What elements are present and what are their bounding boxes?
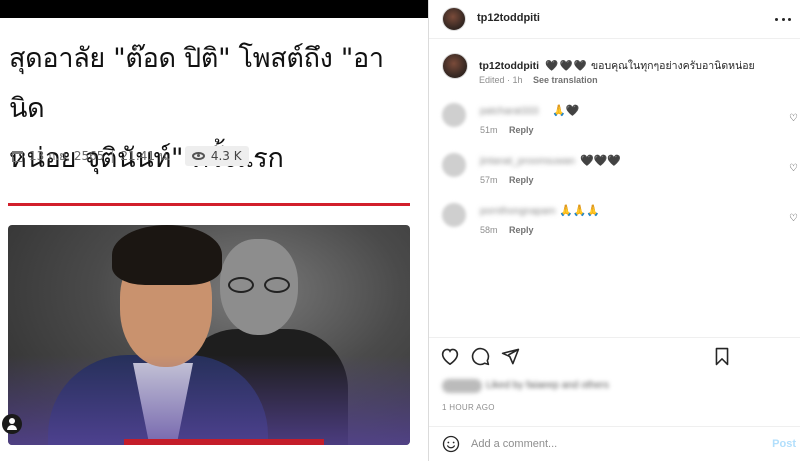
- photo-caption-bar: [124, 439, 324, 445]
- edited-label: Edited · 1h: [479, 75, 523, 85]
- glasses-shape: [228, 277, 290, 293]
- comment-item: pornthongnapam 🙏🙏🙏 58m Reply ♡: [442, 203, 798, 243]
- article-panel: สุดอาลัย "ต๊อด ปิติ" โพสต์ถึง "อานิด หน่…: [0, 0, 428, 461]
- comment-avatar[interactable]: [442, 153, 466, 177]
- comment-item: patcharat333 🙏🖤 51m Reply ♡: [442, 103, 798, 143]
- comment-avatar[interactable]: [442, 103, 466, 127]
- heart-icon[interactable]: ♡: [789, 213, 798, 224]
- like-heart-icon[interactable]: [440, 346, 460, 366]
- meta-divider: |: [110, 149, 115, 163]
- caption-hearts: 🖤🖤🖤: [545, 60, 588, 72]
- comment-meta: 51m Reply: [480, 125, 534, 135]
- article-meta: 13 ก.ย. 2565 | 21:41 น. 4.3 K: [12, 144, 249, 168]
- eye-icon: [191, 152, 205, 160]
- liker-avatars: [442, 379, 482, 393]
- view-count: 4.3 K: [210, 149, 242, 163]
- bookmark-icon[interactable]: [712, 346, 732, 366]
- comment-username[interactable]: patcharat333: [480, 106, 538, 117]
- post-header: tp12toddpiti: [429, 0, 800, 39]
- post-timestamp: 1 HOUR AGO: [442, 403, 495, 412]
- post-actions-bar: [429, 337, 800, 377]
- top-bar: [0, 0, 428, 18]
- reply-button[interactable]: Reply: [509, 175, 534, 185]
- share-send-icon[interactable]: [500, 346, 520, 366]
- photo-gradient: [8, 355, 410, 445]
- comment-bubble-icon[interactable]: [470, 346, 490, 366]
- user-profile-icon[interactable]: [2, 414, 22, 434]
- post-comment-button[interactable]: Post: [772, 438, 796, 450]
- comment-age: 57m: [480, 175, 498, 185]
- reply-button[interactable]: Reply: [509, 125, 534, 135]
- reply-button[interactable]: Reply: [509, 225, 534, 235]
- comment-username[interactable]: jintanat_proomsuwan: [480, 156, 575, 167]
- comment-age: 58m: [480, 225, 498, 235]
- comment-age: 51m: [480, 125, 498, 135]
- article-time: 21:41 น.: [120, 148, 171, 163]
- headline-line-1: สุดอาลัย "ต๊อด ปิติ" โพสต์ถึง "อานิด: [9, 43, 384, 124]
- heart-icon[interactable]: ♡: [789, 113, 798, 124]
- comment-text: 🙏🙏🙏: [559, 204, 601, 217]
- comment-username[interactable]: pornthongnapam: [480, 206, 556, 217]
- comment-item: jintanat_proomsuwan 🖤🖤🖤 57m Reply ♡: [442, 153, 798, 193]
- add-comment-input[interactable]: Add a comment...: [471, 438, 557, 450]
- liked-by-row[interactable]: Liked by faiaeep and others: [442, 377, 692, 395]
- article-date: 13 ก.ย. 2565: [29, 148, 105, 163]
- caption-avatar[interactable]: [442, 53, 468, 79]
- post-username[interactable]: tp12toddpiti: [477, 12, 540, 24]
- see-translation-link[interactable]: See translation: [533, 75, 598, 85]
- comment-meta: 57m Reply: [480, 175, 534, 185]
- comment-avatar[interactable]: [442, 203, 466, 227]
- calendar-icon: [12, 150, 23, 162]
- add-comment-bar: Add a comment... Post: [429, 426, 800, 461]
- instagram-post-panel: tp12toddpiti tp12toddpiti 🖤🖤🖤 ขอบคุณในทุ…: [428, 0, 800, 461]
- comment-meta: 58m Reply: [480, 225, 534, 235]
- emoji-smile-icon[interactable]: [442, 435, 460, 453]
- liked-by-text[interactable]: Liked by faiaeep and others: [486, 380, 609, 391]
- headline-divider: [8, 203, 410, 206]
- more-options-icon[interactable]: [775, 12, 791, 26]
- heart-icon[interactable]: ♡: [789, 163, 798, 174]
- photo-figure-front-hair: [112, 225, 222, 285]
- caption-line: tp12toddpiti 🖤🖤🖤 ขอบคุณในทุกๆอย่างครับอา…: [479, 57, 755, 74]
- avatar[interactable]: [442, 7, 466, 31]
- article-photo[interactable]: [8, 225, 410, 445]
- view-count-badge: 4.3 K: [184, 146, 249, 166]
- caption-meta: Edited · 1h See translation: [479, 75, 598, 85]
- comment-text: 🖤🖤🖤: [580, 154, 622, 167]
- caption-text: ขอบคุณในทุกๆอย่างครับอานิดหน่อย: [591, 60, 755, 72]
- comment-text: 🙏🖤: [552, 104, 580, 117]
- caption-username[interactable]: tp12toddpiti: [479, 60, 539, 72]
